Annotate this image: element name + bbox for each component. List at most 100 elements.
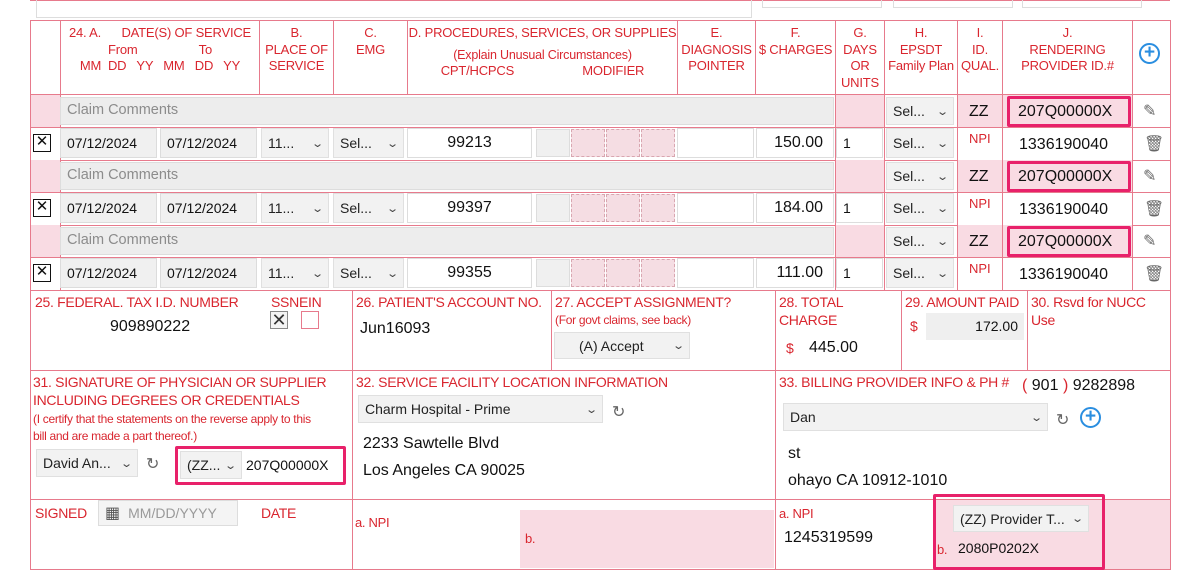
add-billing-provider-icon[interactable]: + [1080, 407, 1101, 428]
line-units-cell [836, 95, 884, 127]
modifier-2-input[interactable] [571, 194, 605, 222]
date-from-input[interactable]: 07/12/2024 [60, 258, 157, 288]
date-to-input[interactable]: 07/12/2024 [160, 128, 257, 158]
box28-label: 28. TOTAL [779, 294, 844, 310]
modifier-2-input[interactable] [571, 129, 605, 157]
epsdt-select[interactable]: Sel... ⌄ [886, 227, 954, 255]
box32b-field[interactable] [520, 510, 774, 568]
diagnosis-pointer-input[interactable] [677, 258, 754, 288]
date-to-input[interactable]: 07/12/2024 [160, 258, 257, 288]
highlight-rendering-id [1007, 96, 1131, 127]
accept-assignment-select[interactable]: (A) Accept ⌄ [554, 332, 690, 359]
modifier-3-input[interactable] [606, 259, 640, 287]
place-of-service-select[interactable]: 11... ⌄ [261, 258, 329, 288]
col-div [1027, 290, 1028, 370]
date-from-input[interactable]: 07/12/2024 [60, 128, 157, 158]
charges-input[interactable]: 184.00 [756, 193, 834, 223]
facility-select[interactable]: Charm Hospital - Prime ⌄ [358, 395, 603, 423]
refresh-icon[interactable]: ↻ [146, 454, 159, 474]
trash-icon[interactable]: 🗑 [1144, 134, 1164, 154]
modifier-4-input[interactable] [641, 259, 675, 287]
claim-comments-input[interactable]: Claim Comments [60, 162, 834, 190]
line-select-checkbox[interactable]: ✕ [33, 199, 51, 217]
units-input[interactable]: 1 [836, 193, 883, 223]
line-checkbox-cell [31, 225, 60, 257]
cpt-input[interactable]: 99397 [407, 193, 532, 223]
box32-label: 32. SERVICE FACILITY LOCATION INFORMATIO… [356, 374, 668, 390]
modifier-4-input[interactable] [641, 129, 675, 157]
trash-icon[interactable]: 🗑 [1144, 199, 1164, 219]
date-to-input[interactable]: 07/12/2024 [160, 193, 257, 223]
line-select-checkbox[interactable]: ✕ [33, 134, 51, 152]
edit-pencil-icon[interactable]: ✎ [1143, 231, 1156, 251]
emg-select[interactable]: Sel... ⌄ [333, 193, 404, 223]
box30-label: 30. Rsvd for NUCC [1031, 294, 1146, 310]
top-input-remnant-3[interactable] [893, 0, 1013, 8]
edit-pencil-icon[interactable]: ✎ [1143, 101, 1156, 121]
epsdt-select[interactable]: Sel... ⌄ [886, 97, 954, 125]
col-div [775, 290, 776, 370]
top-input-remnant-2[interactable] [762, 0, 882, 8]
emg-select[interactable]: Sel... ⌄ [333, 128, 404, 158]
family-plan-select[interactable]: Sel... ⌄ [886, 128, 954, 158]
units-input[interactable]: 1 [836, 128, 883, 158]
modifier-1-input[interactable] [536, 259, 570, 287]
highlight-rendering-id [1007, 161, 1131, 192]
epsdt-select[interactable]: Sel... ⌄ [886, 162, 954, 190]
npi-value: 1336190040 [1019, 266, 1108, 283]
tax-id-value: 909890222 [110, 318, 191, 335]
amount-paid-input[interactable]: 172.00 [926, 313, 1024, 340]
units-input[interactable]: 1 [836, 258, 883, 288]
modifier-1-input[interactable] [536, 129, 570, 157]
trash-icon[interactable]: 🗑 [1144, 264, 1164, 284]
refresh-icon[interactable]: ↻ [1056, 410, 1069, 430]
refresh-icon[interactable]: ↻ [612, 402, 625, 422]
npi-label: NPI [969, 196, 991, 211]
place-of-service-select[interactable]: 11... ⌄ [261, 193, 329, 223]
calendar-icon[interactable]: ▦ [105, 503, 120, 523]
cpt-input[interactable]: 99213 [407, 128, 532, 158]
col-div [352, 290, 353, 370]
place-of-service-select[interactable]: 11... ⌄ [261, 128, 329, 158]
edit-pencil-icon[interactable]: ✎ [1143, 166, 1156, 186]
ssn-checkbox[interactable]: ✕ [270, 311, 288, 329]
line-select-checkbox[interactable]: ✕ [33, 264, 51, 282]
npi-value: 1336190040 [1019, 201, 1108, 218]
billing-provider-select[interactable]: Dan ⌄ [783, 403, 1048, 431]
npi-label: NPI [969, 131, 991, 146]
physician-select[interactable]: David An... ⌄ [36, 449, 138, 477]
ssn-label: SSN [271, 294, 299, 310]
charges-input[interactable]: 111.00 [756, 258, 834, 288]
billing-address2: ohayo CA 10912-1010 [788, 472, 948, 489]
box25-label: 25. FEDERAL. TAX I.D. NUMBER [35, 294, 239, 310]
diagnosis-pointer-input[interactable] [677, 193, 754, 223]
family-plan-select[interactable]: Sel... ⌄ [886, 258, 954, 288]
cpt-input[interactable]: 99355 [407, 258, 532, 288]
top-input-remnant-4[interactable] [1022, 0, 1142, 8]
family-plan-select[interactable]: Sel... ⌄ [886, 193, 954, 223]
modifier-3-input[interactable] [606, 194, 640, 222]
ein-checkbox[interactable] [301, 311, 319, 329]
modifier-3-input[interactable] [606, 129, 640, 157]
diagnosis-pointer-input[interactable] [677, 128, 754, 158]
modifier-4-input[interactable] [641, 194, 675, 222]
modifier-2-input[interactable] [571, 259, 605, 287]
claim-comments-input[interactable]: Claim Comments [60, 227, 834, 255]
patient-account-value: Jun16093 [360, 320, 431, 337]
date-from-input[interactable]: 07/12/2024 [60, 193, 157, 223]
header-24e: E. DIAGNOSIS POINTER [681, 25, 752, 73]
highlight-billing-qual [933, 494, 1105, 570]
signed-date-input[interactable]: ▦ MM/DD/YYYY [98, 500, 238, 526]
npi-label: NPI [969, 261, 991, 276]
charges-input[interactable]: 150.00 [756, 128, 834, 158]
claim-comments-input[interactable]: Claim Comments [60, 97, 834, 125]
modifier-1-input[interactable] [536, 194, 570, 222]
box33a-label: a. NPI [779, 506, 814, 521]
top-input-remnant[interactable] [36, 0, 752, 18]
box32b-label: b. [525, 531, 536, 546]
header-24d: D. PROCEDURES, SERVICES, OR SUPPLIES (Exp… [408, 25, 677, 78]
add-line-icon[interactable]: + [1139, 43, 1160, 64]
emg-select[interactable]: Sel... ⌄ [333, 258, 404, 288]
col-div [352, 370, 353, 570]
box32a-label: a. NPI [355, 515, 390, 530]
